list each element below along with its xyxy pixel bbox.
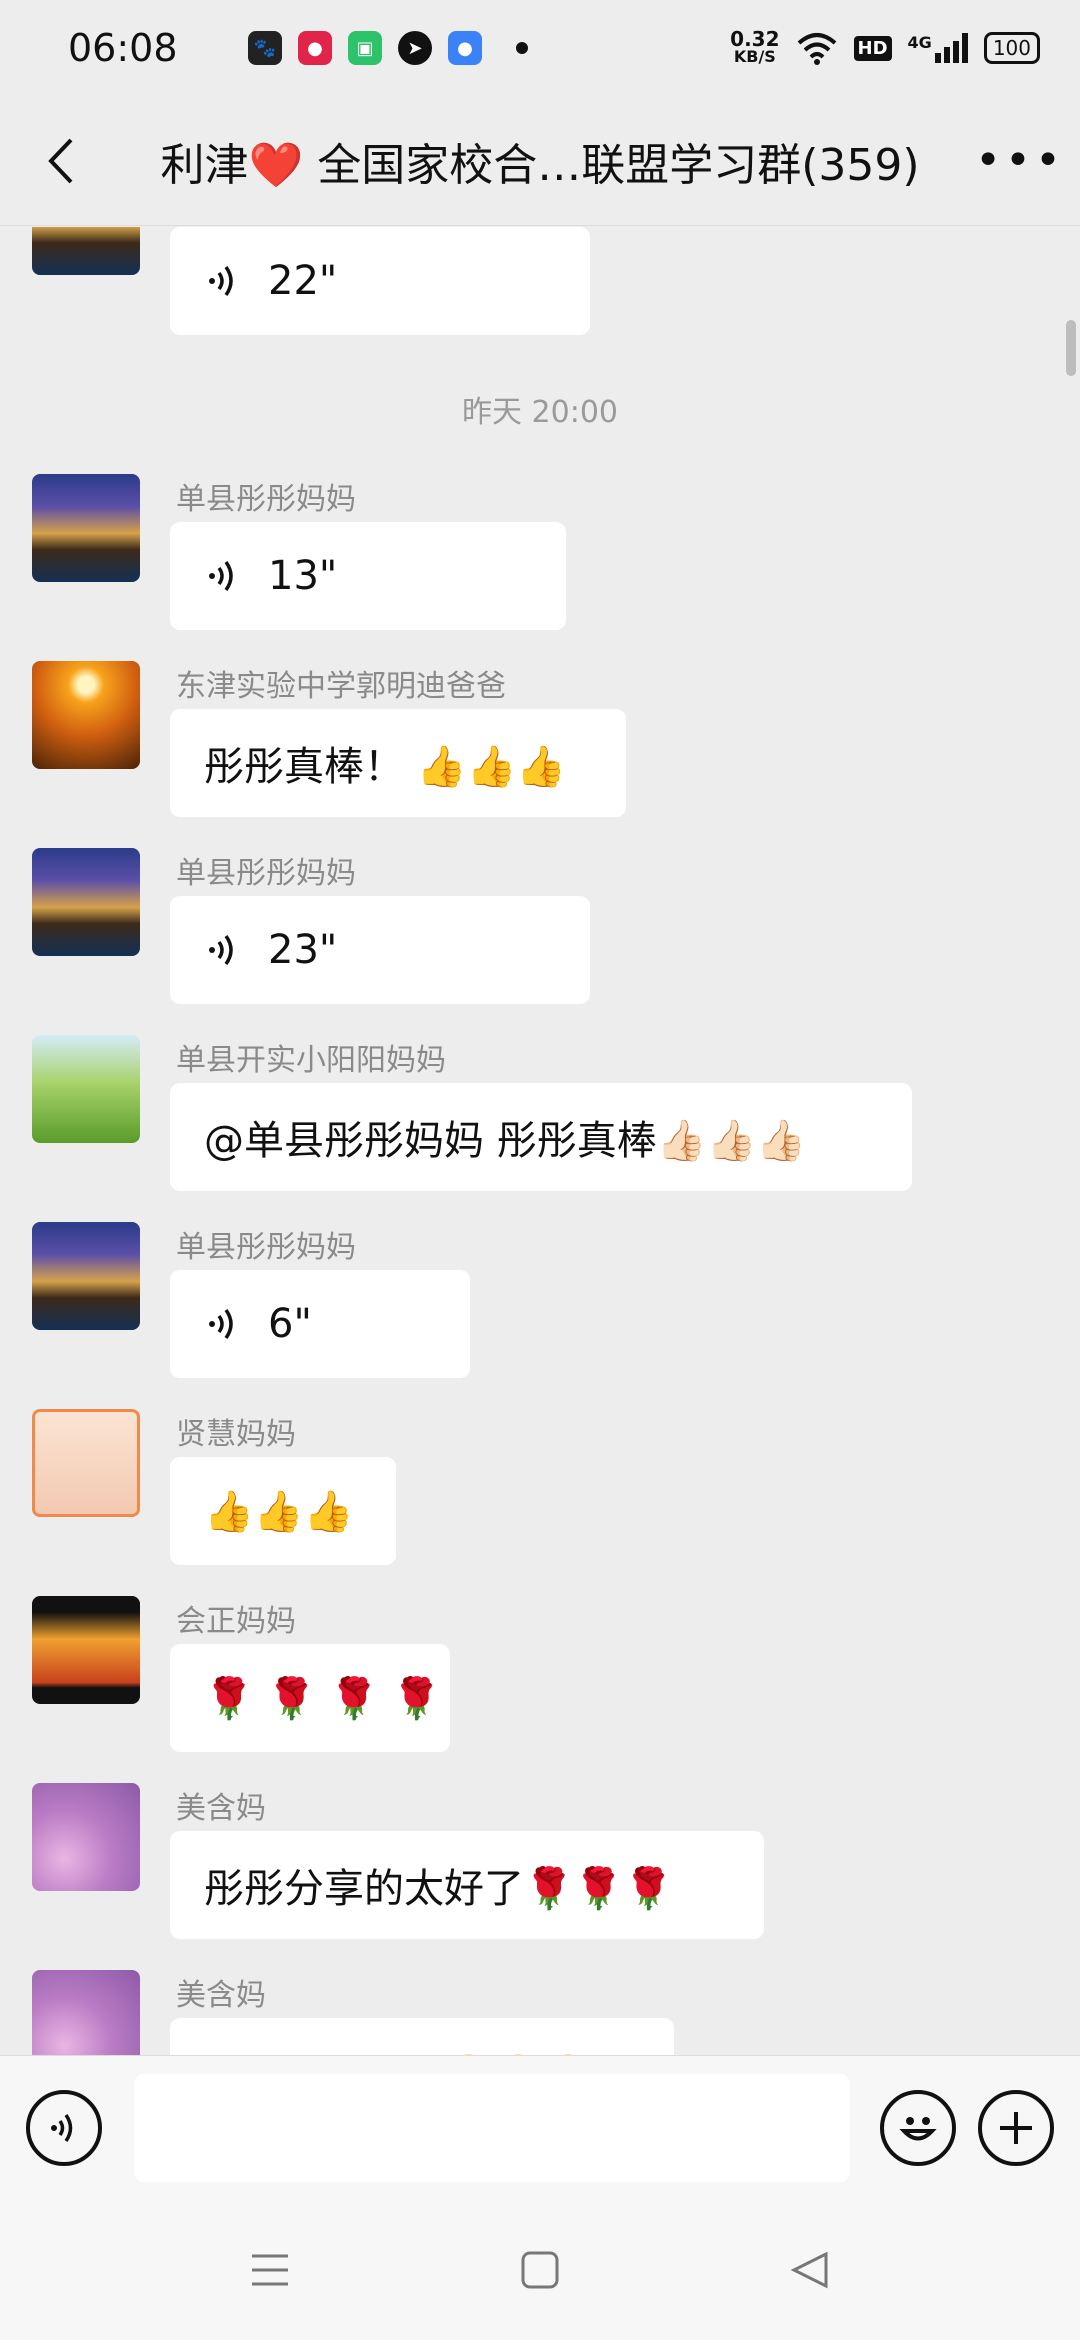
voice-input-button[interactable] xyxy=(26,2090,102,2166)
speed-value: 0.32 xyxy=(730,27,780,51)
voice-duration: 23" xyxy=(268,927,338,973)
message-text: 🌹 🌹 🌹 🌹 xyxy=(204,1675,442,1722)
message-text: 彤彤真棒！ 👍👍👍 xyxy=(204,744,567,790)
battery-icon: 100 xyxy=(983,32,1040,64)
voice-bubble[interactable]: 23" xyxy=(170,896,590,1004)
status-time: 06:08 xyxy=(68,26,178,70)
live-app-icon: ● xyxy=(298,31,332,65)
smiley-icon xyxy=(899,2117,937,2141)
text-bubble[interactable]: 👍👍👍 xyxy=(170,1457,396,1565)
avatar[interactable] xyxy=(32,1222,140,1330)
home-button[interactable] xyxy=(510,2240,570,2300)
sender-name: 单县开实小阳阳妈妈 xyxy=(176,1043,446,1078)
more-icon: ••• xyxy=(975,135,1065,186)
triangle-back-icon xyxy=(790,2251,828,2289)
plus-icon xyxy=(1000,2112,1032,2144)
avatar[interactable] xyxy=(32,1783,140,1891)
green-app-icon: ▣ xyxy=(348,31,382,65)
voice-duration: 13" xyxy=(268,553,338,599)
notification-icons: 🐾 ● ▣ ➤ ● xyxy=(248,31,528,65)
sender-name: 美含妈 xyxy=(176,1791,266,1826)
voice-bubble[interactable]: 6" xyxy=(170,1270,470,1378)
more-options-button[interactable]: ••• xyxy=(960,96,1080,226)
sender-name: 单县彤彤妈妈 xyxy=(176,1230,356,1265)
text-bubble[interactable]: 彤彤分享的太好了🌹🌹🌹 xyxy=(170,1831,764,1939)
avatar[interactable] xyxy=(32,1970,140,2055)
square-icon xyxy=(521,2251,559,2289)
emoji-button[interactable] xyxy=(880,2090,956,2166)
back-button[interactable] xyxy=(0,96,120,226)
message-text: @单县彤彤妈妈 彤彤真棒👍🏻👍🏻👍🏻 xyxy=(204,1118,807,1164)
sender-name: 单县彤彤妈妈 xyxy=(176,856,356,891)
hd-icon: HD xyxy=(853,35,892,61)
voice-icon xyxy=(209,265,233,297)
menu-icon xyxy=(252,2254,288,2286)
baidu-app-icon: 🐾 xyxy=(248,31,282,65)
network-type: 4G xyxy=(907,33,932,52)
chat-header: 利津❤️ 全国家校合…联盟学习群(359) ••• xyxy=(0,96,1080,226)
message-text: 彤彤分享的太好了🌹🌹🌹 xyxy=(204,1866,674,1912)
signal-icon: 4G xyxy=(908,33,968,63)
message-text: 向彤彤妈妈好🙂🙂🙂 xyxy=(204,2043,593,2055)
voice-icon xyxy=(209,1308,233,1340)
voice-bubble[interactable]: 22" xyxy=(170,227,590,335)
avatar[interactable] xyxy=(32,474,140,582)
voice-icon xyxy=(51,2114,73,2142)
message-list: 22" 昨天 20:00 单县彤彤妈妈 13" 东津实验中学郭明迪爸爸 彤彤真棒… xyxy=(0,227,1080,2055)
voice-icon xyxy=(209,934,233,966)
input-bar xyxy=(0,2055,1080,2200)
sender-name: 东津实验中学郭明迪爸爸 xyxy=(176,669,506,704)
sender-name: 贤慧妈妈 xyxy=(176,1417,296,1452)
avatar[interactable] xyxy=(32,1035,140,1143)
chat-app-icon: ● xyxy=(448,31,482,65)
more-notifications-icon xyxy=(516,42,528,54)
message-input[interactable] xyxy=(134,2074,850,2182)
sender-name: 单县彤彤妈妈 xyxy=(176,482,356,517)
system-nav-bar xyxy=(0,2200,1080,2340)
avatar[interactable] xyxy=(32,227,140,275)
sender-name: 会正妈妈 xyxy=(176,1604,296,1639)
text-bubble[interactable]: 🌹 🌹 🌹 🌹 xyxy=(170,1644,450,1752)
back-nav-button[interactable] xyxy=(780,2240,840,2300)
network-speed: 0.32 KB/S xyxy=(730,27,780,66)
text-bubble[interactable]: 彤彤真棒！ 👍👍👍 xyxy=(170,709,626,817)
wifi-icon xyxy=(797,33,836,65)
sender-name: 美含妈 xyxy=(176,1978,266,2013)
text-bubble[interactable]: 向彤彤妈妈好🙂🙂🙂 xyxy=(170,2018,674,2055)
more-actions-button[interactable] xyxy=(978,2090,1054,2166)
chat-title: 利津❤️ 全国家校合…联盟学习群(359) xyxy=(160,139,920,191)
avatar[interactable] xyxy=(32,848,140,956)
bird-app-icon: ➤ xyxy=(398,31,432,65)
avatar[interactable] xyxy=(32,1596,140,1704)
message-text: 👍👍👍 xyxy=(204,1488,354,1535)
chevron-left-icon xyxy=(48,138,73,183)
voice-duration: 6" xyxy=(268,1301,312,1347)
voice-icon xyxy=(209,560,233,592)
voice-duration: 22" xyxy=(268,258,338,304)
status-bar: 06:08 🐾 ● ▣ ➤ ● 0.32 KB/S HD 4G 100 xyxy=(0,0,1080,96)
timestamp: 昨天 20:00 xyxy=(462,395,618,430)
avatar[interactable] xyxy=(32,1409,140,1517)
speed-unit: KB/S xyxy=(733,47,776,66)
avatar[interactable] xyxy=(32,661,140,769)
voice-bubble[interactable]: 13" xyxy=(170,522,566,630)
text-bubble[interactable]: @单县彤彤妈妈 彤彤真棒👍🏻👍🏻👍🏻 xyxy=(170,1083,912,1191)
recent-apps-button[interactable] xyxy=(240,2240,300,2300)
